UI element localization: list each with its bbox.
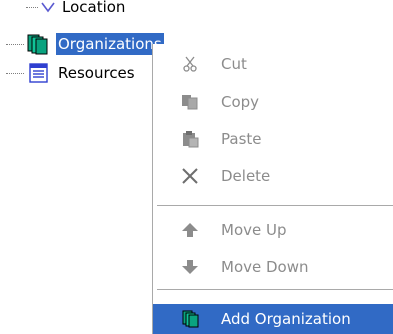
add-organization-icon [182,310,199,328]
tree-connector [6,44,24,45]
paste-icon [183,131,199,148]
menu-item-add-organization[interactable]: Add Organization [153,304,393,334]
menu-item-label: Move Down [221,258,309,276]
menu-item-label: Copy [221,93,260,111]
menu-item-label: Move Up [221,221,287,239]
menu-item-label: Add Organization [221,310,351,328]
menu-item-delete[interactable]: Delete [153,161,393,191]
tree-connector [26,7,38,8]
menu-item-cut[interactable]: Cut [153,49,393,79]
menu-item-label: Paste [221,130,262,148]
scissors-icon [183,56,197,72]
delete-x-icon [182,168,198,184]
menu-item-label: Delete [221,167,271,185]
copy-icon [182,95,198,110]
menu-item-move-down[interactable]: Move Down [153,252,393,282]
menu-item-paste[interactable]: Paste [153,124,393,154]
tree-item-label: Resources [58,64,135,82]
tree-item-location[interactable]: Location [0,0,200,18]
arrow-down-icon [182,260,198,274]
menu-item-move-up[interactable]: Move Up [153,215,393,245]
tree-item-label: Organizations [56,33,164,55]
tree-item-label: Location [62,0,126,16]
context-menu: Cut Copy Paste Delete Move Up Move Down … [152,44,393,334]
menu-item-label: Cut [221,55,247,73]
arrow-up-icon [182,223,198,237]
organizations-icon [27,34,48,55]
menu-separator [157,289,393,290]
menu-separator [157,205,393,206]
location-icon [41,2,55,13]
tree-connector [6,73,24,74]
menu-item-copy[interactable]: Copy [153,87,393,117]
resources-icon [29,63,48,83]
